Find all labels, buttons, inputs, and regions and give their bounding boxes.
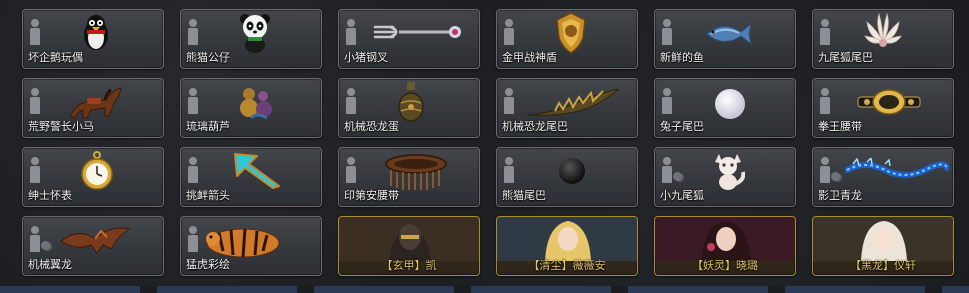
item-card[interactable]: 印第安腰带	[338, 147, 480, 207]
hero-label: 【清尘】薇薇安	[528, 259, 606, 272]
item-label: 绅士怀表	[28, 189, 72, 202]
item-card[interactable]: 熊猫尾巴	[496, 147, 638, 207]
item-label: 金甲战神盾	[502, 51, 557, 64]
dino-egg-icon	[339, 79, 479, 125]
item-grid: 坏企鹅玩偶 熊猫公仔 小猪钢叉 金甲战神盾 新鲜的鱼 九尾狐尾巴 荒野警长小马 …	[0, 0, 969, 293]
item-card[interactable]: 挑衅箭头	[180, 147, 322, 207]
pig-fork-icon	[339, 10, 479, 56]
item-label: 猛虎彩绘	[186, 258, 230, 271]
item-card[interactable]: 绅士怀表	[22, 147, 164, 207]
item-card[interactable]: 猛虎彩绘	[180, 216, 322, 276]
item-card[interactable]: 机械恐龙尾巴	[496, 78, 638, 138]
hero-label: 【妖灵】晓璐	[692, 259, 758, 272]
item-card[interactable]: 荒野警长小马	[22, 78, 164, 138]
item-card[interactable]: 拳王腰带	[812, 78, 954, 138]
item-card[interactable]: 影卫青龙	[812, 147, 954, 207]
hero-xiaolu-portrait	[655, 217, 795, 261]
hero-label: 【玄甲】凯	[381, 259, 437, 272]
item-card[interactable]: 琉璃葫芦	[180, 78, 322, 138]
item-label: 影卫青龙	[818, 189, 862, 202]
panda-tail-icon	[497, 148, 637, 194]
little-fox-icon	[655, 148, 795, 194]
hero-card[interactable]: 【清尘】薇薇安	[496, 216, 638, 276]
golden-shield-icon	[497, 10, 637, 56]
item-label: 小九尾狐	[660, 189, 704, 202]
hero-card[interactable]: 【黑龙】仪轩	[812, 216, 954, 276]
item-card[interactable]: 机械恐龙蛋	[338, 78, 480, 138]
glass-gourd-icon	[181, 79, 321, 125]
item-card[interactable]: 机械翼龙	[22, 216, 164, 276]
item-label: 印第安腰带	[344, 189, 399, 202]
champion-belt-icon	[813, 79, 953, 125]
item-label: 熊猫尾巴	[502, 189, 546, 202]
item-card[interactable]: 小猪钢叉	[338, 9, 480, 69]
tiger-paint-icon	[181, 217, 321, 263]
pony-icon	[23, 79, 163, 125]
penguin-doll-icon	[23, 10, 163, 56]
indian-belt-icon	[339, 148, 479, 194]
item-label: 小猪钢叉	[344, 51, 388, 64]
item-card[interactable]: 新鲜的鱼	[654, 9, 796, 69]
azure-dragon-icon	[813, 148, 953, 194]
item-card[interactable]: 坏企鹅玩偶	[22, 9, 164, 69]
hero-label: 【黑龙】仪轩	[850, 259, 916, 272]
item-label: 荒野警长小马	[28, 120, 94, 133]
item-card[interactable]: 九尾狐尾巴	[812, 9, 954, 69]
hero-yixuan-portrait	[813, 217, 953, 261]
item-label: 熊猫公仔	[186, 51, 230, 64]
rabbit-tail-icon	[655, 79, 795, 125]
item-label: 琉璃葫芦	[186, 120, 230, 133]
pocket-watch-icon	[23, 148, 163, 194]
taunt-arrow-icon	[181, 148, 321, 194]
hero-vivian-portrait	[497, 217, 637, 261]
hero-card[interactable]: 【玄甲】凯	[338, 216, 480, 276]
hero-kai-portrait	[339, 217, 479, 261]
next-row-edge	[0, 286, 969, 293]
item-card[interactable]: 小九尾狐	[654, 147, 796, 207]
item-label: 九尾狐尾巴	[818, 51, 873, 64]
dino-tail-icon	[497, 79, 637, 125]
item-label: 新鲜的鱼	[660, 51, 704, 64]
item-card[interactable]: 兔子尾巴	[654, 78, 796, 138]
item-label: 机械恐龙蛋	[344, 120, 399, 133]
pterodactyl-icon	[23, 217, 163, 263]
hero-card[interactable]: 【妖灵】晓璐	[654, 216, 796, 276]
item-label: 挑衅箭头	[186, 189, 230, 202]
item-label: 拳王腰带	[818, 120, 862, 133]
item-card[interactable]: 熊猫公仔	[180, 9, 322, 69]
nine-tail-icon	[813, 10, 953, 56]
item-label: 坏企鹅玩偶	[28, 51, 83, 64]
fresh-fish-icon	[655, 10, 795, 56]
item-card[interactable]: 金甲战神盾	[496, 9, 638, 69]
panda-doll-icon	[181, 10, 321, 56]
item-label: 机械恐龙尾巴	[502, 120, 568, 133]
item-label: 机械翼龙	[28, 258, 72, 271]
item-label: 兔子尾巴	[660, 120, 704, 133]
